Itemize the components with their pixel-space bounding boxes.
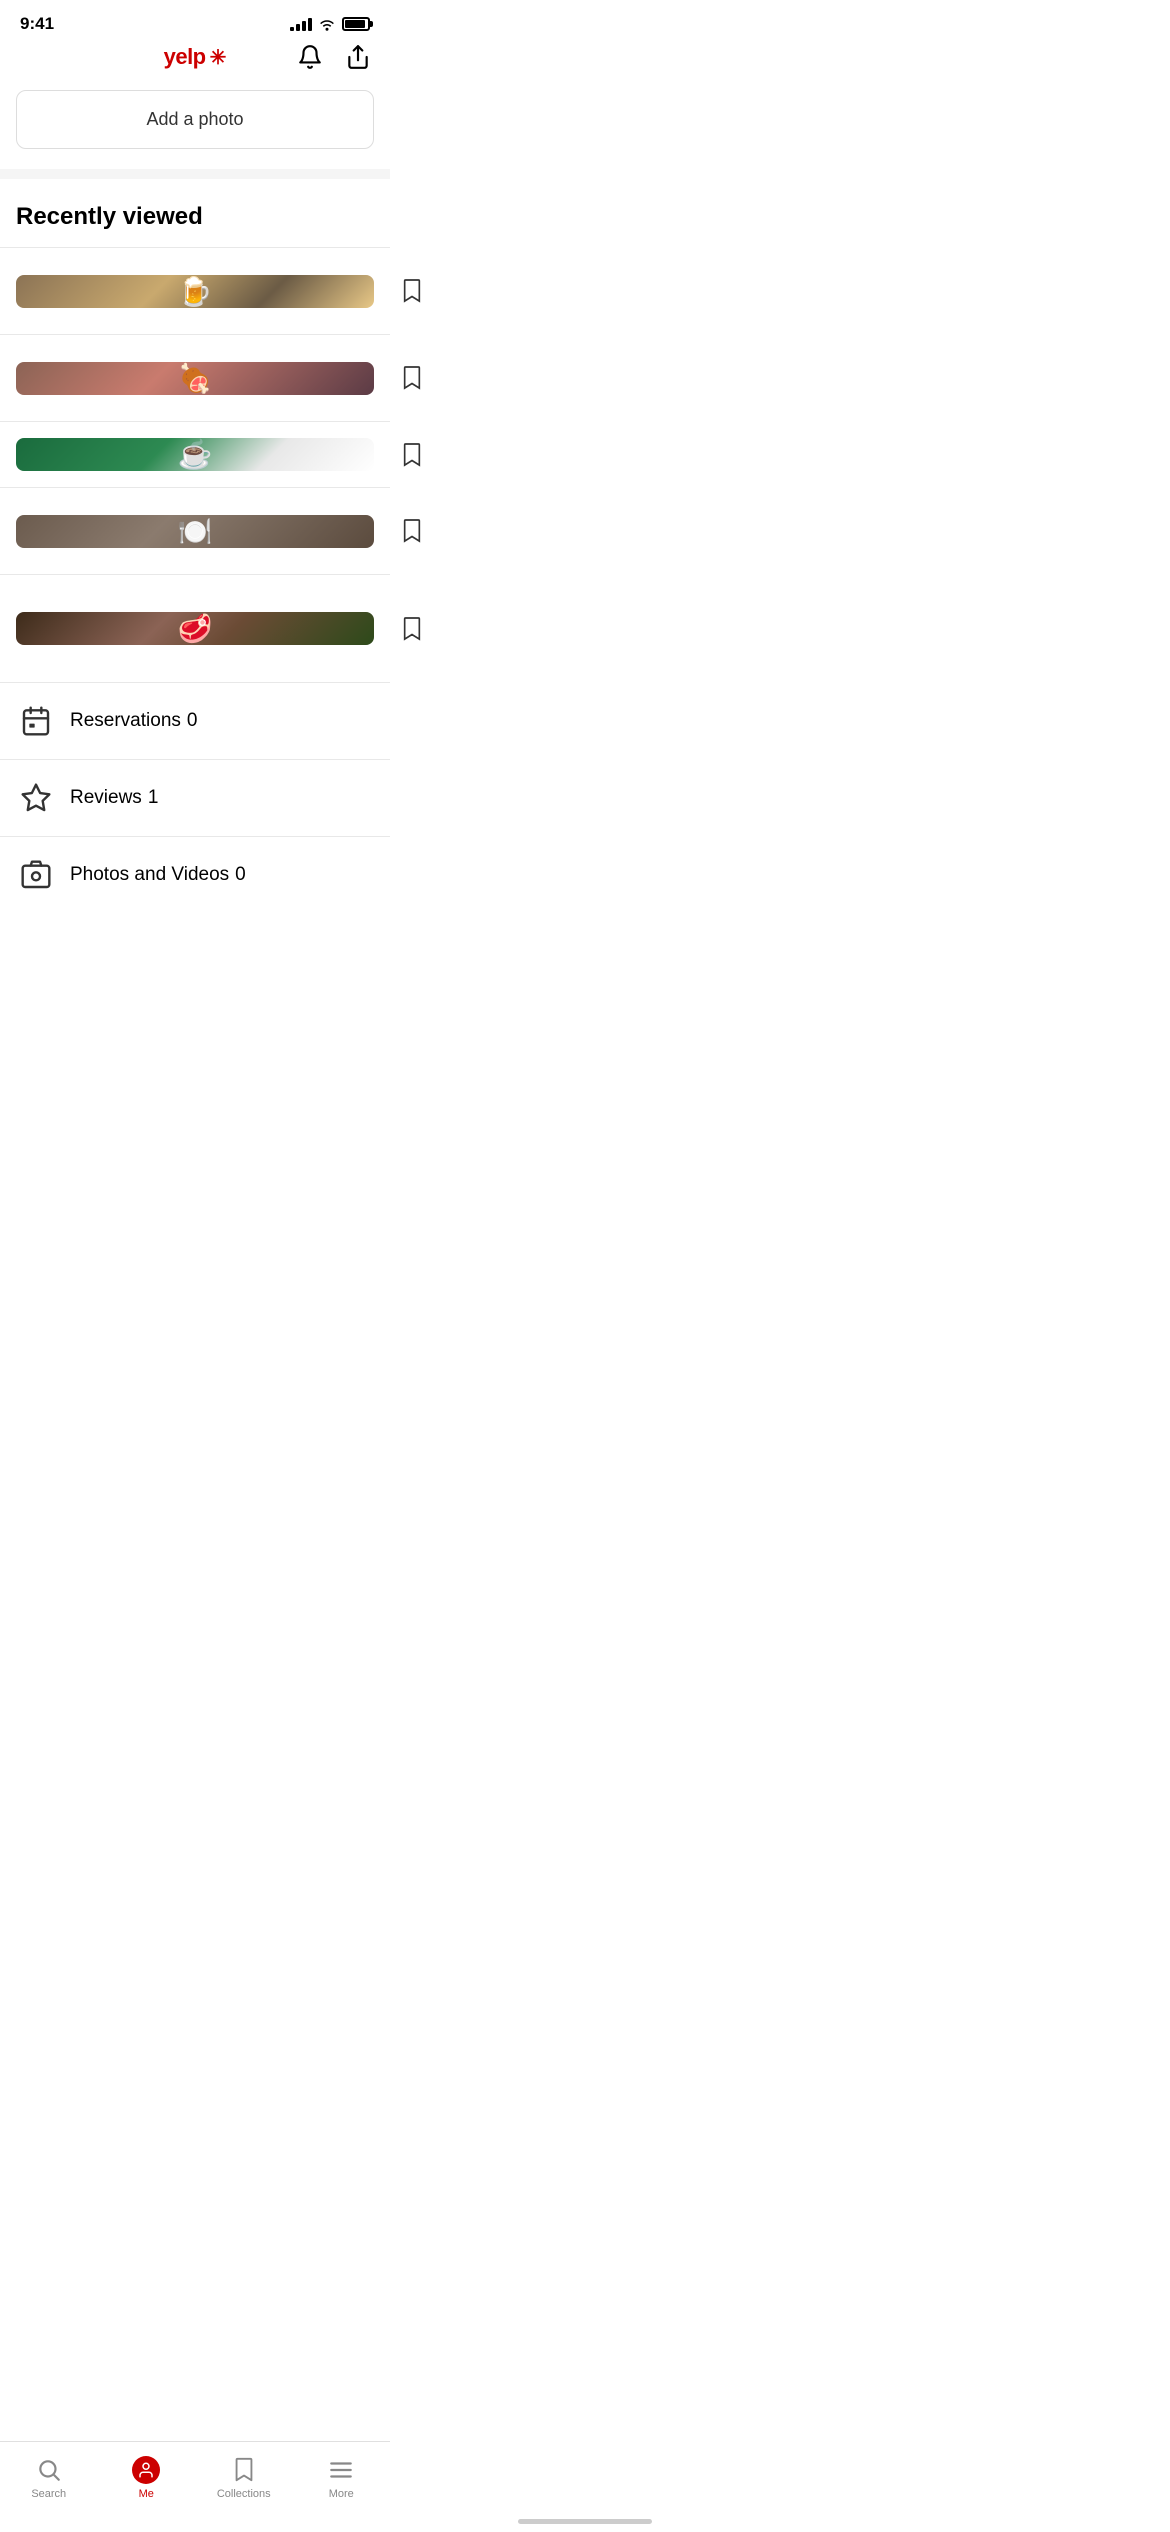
bookmark-button[interactable]	[396, 275, 428, 307]
status-right-icons	[290, 17, 370, 31]
more-nav-label: More	[329, 2488, 354, 2500]
collections-nav-label: Collections	[217, 2488, 271, 2500]
share-button[interactable]	[342, 41, 374, 73]
main-content: Add a photo Recently viewed 🍺 Wyoming Ta…	[0, 78, 390, 1003]
search-nav-icon	[35, 2456, 63, 2484]
recently-viewed-header: Recently viewed	[0, 179, 390, 247]
list-item[interactable]: 🍖 Rail Haus 92 N West St, Dover, DE 1990…	[0, 334, 390, 421]
list-item[interactable]: 🍽️ Sarah's Diner 2222 Governors, 23rd st…	[0, 487, 390, 574]
business-thumbnail: 🥩	[16, 612, 374, 645]
recently-viewed-list: 🍺 Wyoming Tavern 5 N Railroad Ave, Wyomi…	[0, 247, 390, 682]
reservations-item[interactable]: Reservations 0	[0, 682, 390, 759]
me-nav-icon	[132, 2456, 160, 2484]
activity-section: Reservations 0 Reviews 1 Photos and	[0, 682, 390, 913]
recently-viewed-title: Recently viewed	[16, 203, 374, 231]
bookmark-button[interactable]	[396, 515, 428, 547]
star-icon	[16, 778, 56, 818]
status-bar: 9:41	[0, 0, 390, 40]
business-thumbnail: 🍖	[16, 362, 374, 395]
search-nav-label: Search	[31, 2488, 66, 2500]
collections-nav-icon	[230, 2456, 258, 2484]
nav-item-collections[interactable]: Collections	[195, 2452, 293, 2504]
signal-icon	[290, 18, 312, 31]
header-actions	[294, 41, 374, 73]
bottom-navigation: Search Me Collections	[0, 2441, 390, 2532]
status-time: 9:41	[20, 14, 54, 34]
add-photo-section: Add a photo	[0, 78, 390, 169]
reservations-count: 0	[187, 710, 198, 732]
photos-videos-label: Photos and Videos	[70, 864, 229, 886]
nav-item-search[interactable]: Search	[0, 2452, 98, 2504]
nav-item-me[interactable]: Me	[98, 2452, 196, 2504]
yelp-logo: yelp ✳	[164, 44, 227, 70]
app-header: yelp ✳	[0, 40, 390, 78]
reviews-label: Reviews	[70, 787, 142, 809]
wifi-icon	[318, 17, 336, 31]
list-item[interactable]: 🥩 Royal Prime Steakhouse 1131 N Dupont H…	[0, 574, 390, 682]
reviews-count: 1	[148, 787, 159, 809]
business-thumbnail: ☕	[16, 438, 374, 471]
business-thumbnail: 🍽️	[16, 515, 374, 548]
nav-item-more[interactable]: More	[293, 2452, 391, 2504]
list-item[interactable]: 🍺 Wyoming Tavern 5 N Railroad Ave, Wyomi…	[0, 247, 390, 334]
photos-videos-count: 0	[235, 864, 246, 886]
notification-button[interactable]	[294, 41, 326, 73]
photos-videos-item[interactable]: Photos and Videos 0	[0, 836, 390, 913]
section-divider	[0, 169, 390, 179]
list-item[interactable]: ☕ Starbucks 1481 N Dupont Hwy, Dover, DE…	[0, 421, 390, 487]
bookmark-button[interactable]	[396, 439, 428, 471]
photo-icon	[16, 855, 56, 895]
bookmark-button[interactable]	[396, 362, 428, 394]
home-indicator	[518, 2519, 652, 2524]
reservations-label: Reservations	[70, 710, 181, 732]
thumb-emoji: 🍖	[178, 362, 213, 395]
thumb-emoji: 🥩	[178, 612, 213, 645]
me-nav-label: Me	[139, 2488, 154, 2500]
business-thumbnail: 🍺	[16, 275, 374, 308]
thumb-emoji: 🍽️	[178, 515, 213, 548]
thumb-emoji: ☕	[178, 438, 213, 471]
more-nav-icon	[327, 2456, 355, 2484]
add-photo-button[interactable]: Add a photo	[16, 90, 374, 149]
reviews-item[interactable]: Reviews 1	[0, 759, 390, 836]
thumb-emoji: 🍺	[178, 275, 213, 308]
battery-icon	[342, 17, 370, 31]
calendar-icon	[16, 701, 56, 741]
bookmark-button[interactable]	[396, 613, 428, 645]
